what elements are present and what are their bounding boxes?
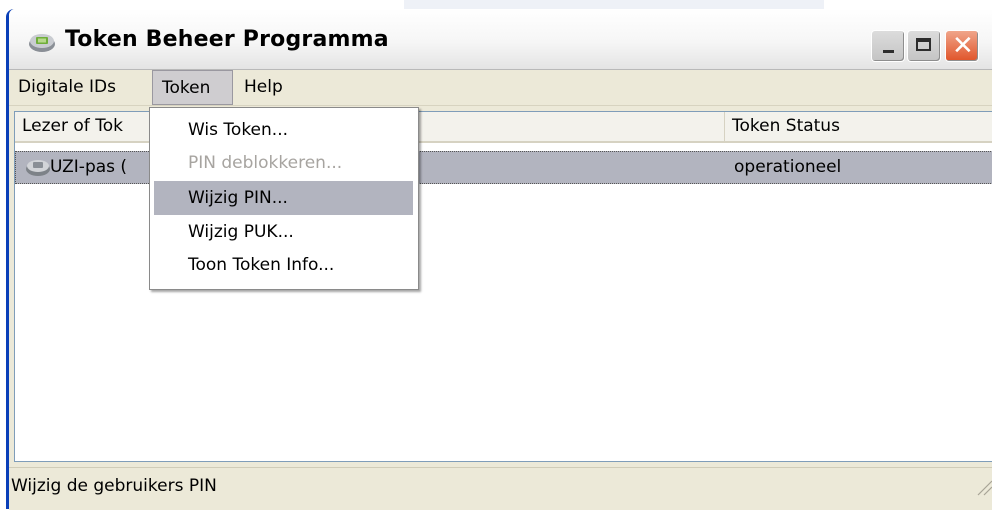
maximize-button[interactable] [907, 30, 941, 62]
close-button[interactable]: ✕ [945, 30, 979, 62]
row-token-name: UZI-pas ( [50, 157, 128, 177]
menu-item-wijzig-pin[interactable]: Wijzig PIN... [154, 181, 413, 215]
row-token-status: operationeel [734, 157, 842, 177]
resize-grip-icon[interactable] [975, 478, 992, 496]
column-header-status[interactable]: Token Status [725, 112, 992, 141]
background-strip [404, 0, 824, 9]
token-dropdown-menu: Wis Token... PIN deblokkeren... Wijzig P… [149, 107, 419, 290]
menu-item-wis-token[interactable]: Wis Token... [154, 113, 413, 147]
window-title: Token Beheer Programma [65, 27, 389, 52]
menu-help[interactable]: Help [235, 70, 292, 105]
token-chip-icon [26, 160, 50, 176]
menu-item-toon-token-info[interactable]: Toon Token Info... [154, 248, 413, 282]
menu-bar: Digitale IDs Token Help [9, 70, 992, 106]
status-bar: Wijzig de gebruikers PIN [9, 467, 992, 510]
menu-item-wijzig-puk[interactable]: Wijzig PUK... [154, 215, 413, 249]
maximize-icon [916, 38, 931, 51]
menu-digitale-ids[interactable]: Digitale IDs [9, 70, 125, 105]
close-icon: ✕ [952, 31, 974, 61]
menu-token[interactable]: Token [152, 70, 233, 105]
token-chip-icon [29, 34, 55, 52]
title-bar[interactable]: Token Beheer Programma ✕ [9, 9, 992, 70]
status-text: Wijzig de gebruikers PIN [11, 476, 217, 496]
menu-item-pin-deblokkeren: PIN deblokkeren... [188, 153, 343, 173]
minimize-icon [883, 50, 894, 53]
minimize-button[interactable] [871, 30, 905, 62]
